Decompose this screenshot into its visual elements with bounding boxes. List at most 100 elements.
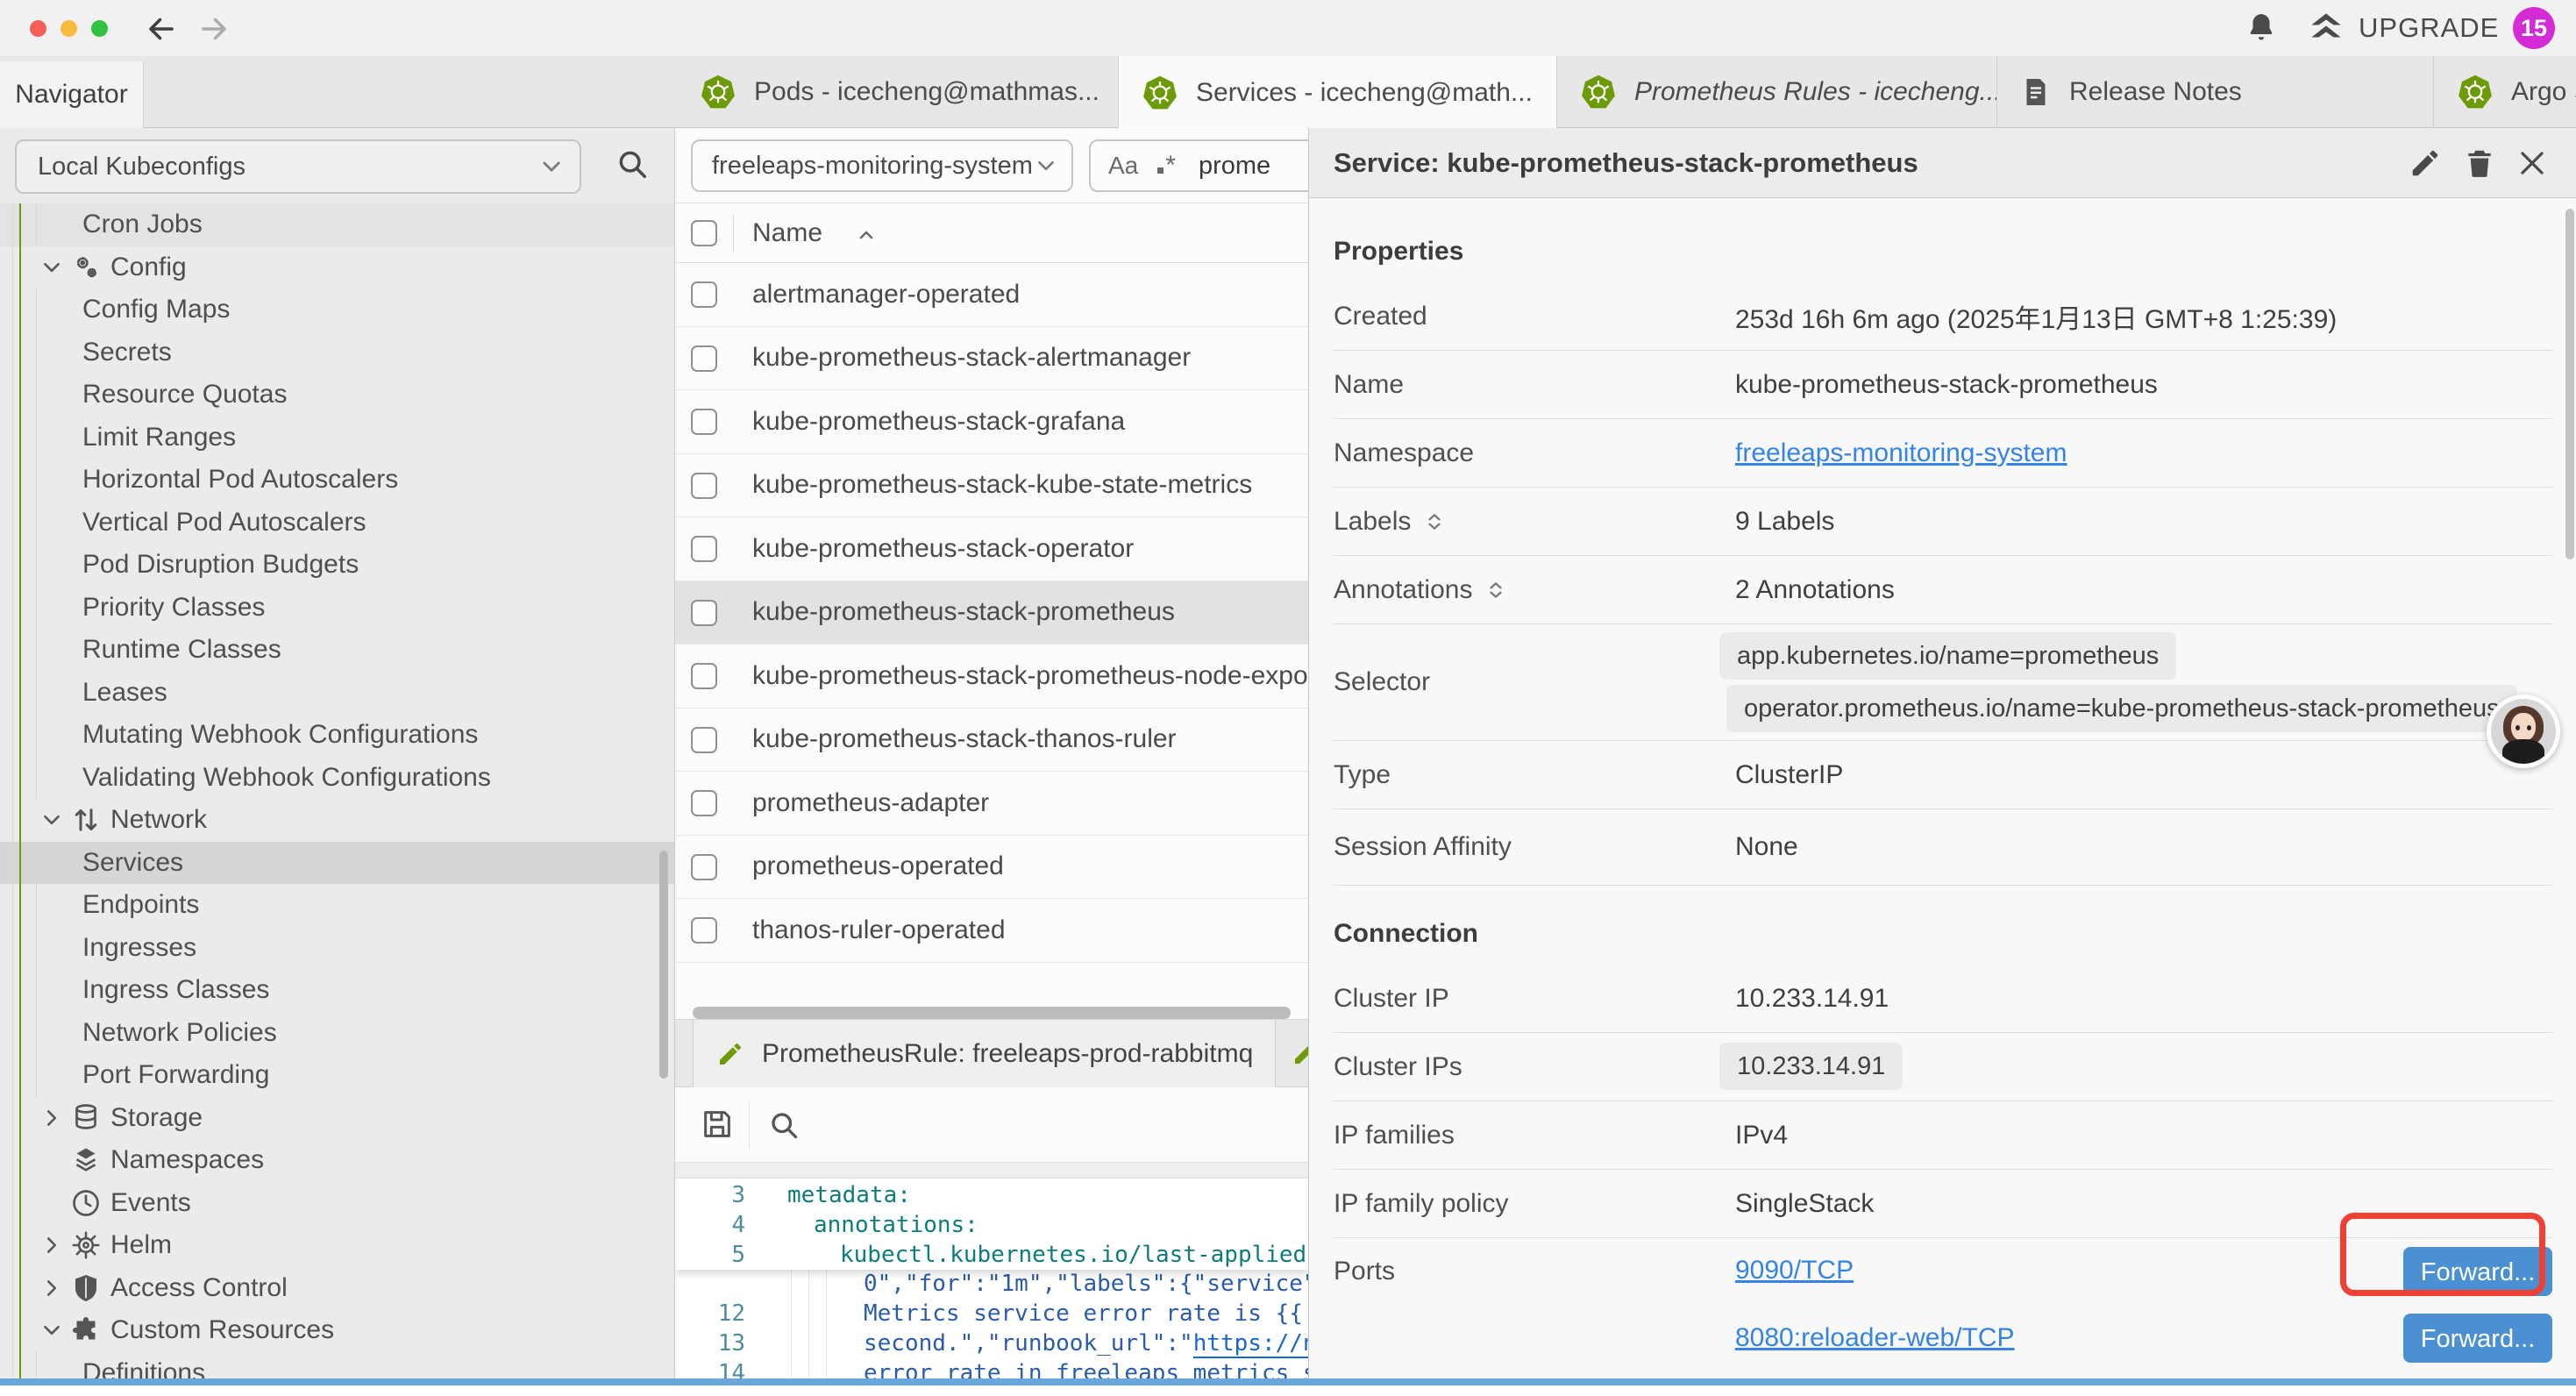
sidebar-item[interactable]: Custom Resources — [0, 1309, 675, 1352]
sidebar-item[interactable]: Pod Disruption Budgets — [0, 544, 675, 587]
chevron-icon[interactable] — [40, 1107, 63, 1129]
drawer-scrollbar[interactable] — [2565, 209, 2574, 559]
chevron-icon[interactable] — [40, 1234, 63, 1257]
tab-services[interactable]: Services - icecheng@math... — [1119, 56, 1557, 129]
chevron-icon[interactable] — [40, 1277, 63, 1300]
kubeconfig-selector[interactable]: Local Kubeconfigs — [15, 139, 581, 194]
edit-pencil-icon[interactable] — [2409, 146, 2442, 180]
table-row[interactable]: prometheus-adapter — [675, 772, 1308, 836]
chevron-icon[interactable] — [40, 808, 63, 831]
sidebar-item[interactable]: Network Policies — [0, 1012, 675, 1055]
table-row[interactable]: kube-prometheus-stack-operator — [675, 517, 1308, 581]
namespace-selector[interactable]: freeleaps-monitoring-system — [691, 139, 1073, 192]
table-row[interactable]: kube-prometheus-stack-prometheus — [675, 581, 1308, 645]
row-checkbox[interactable] — [691, 727, 717, 753]
table-row[interactable]: kube-prometheus-stack-alertmanager — [675, 327, 1308, 391]
row-checkbox[interactable] — [691, 600, 717, 626]
editor-tab[interactable]: PrometheusRule: freeleaps-prod-rabbitmq — [693, 1020, 1276, 1087]
port-link[interactable]: 8080:reloader-web/TCP — [1735, 1323, 2015, 1353]
property-label: Name — [1334, 370, 1404, 400]
sidebar-item[interactable]: Runtime Classes — [0, 629, 675, 672]
sidebar-item[interactable]: Events — [0, 1182, 675, 1225]
sidebar-item[interactable]: Config — [0, 246, 675, 289]
editor-tab-partial[interactable] — [1277, 1020, 1308, 1087]
row-checkbox[interactable] — [691, 663, 717, 689]
sidebar-item[interactable]: Limit Ranges — [0, 417, 675, 459]
table-row[interactable]: kube-prometheus-stack-grafana — [675, 390, 1308, 454]
sidebar-scrollbar[interactable] — [659, 851, 668, 1079]
chevron-icon[interactable] — [40, 1319, 63, 1342]
window-close-dot[interactable] — [30, 20, 46, 37]
assistant-avatar[interactable] — [2487, 694, 2560, 768]
save-icon[interactable] — [700, 1107, 735, 1142]
table-row[interactable]: prometheus-operated — [675, 836, 1308, 900]
tab-argo[interactable]: Argo Se — [2434, 56, 2576, 128]
tab-prometheus-rules[interactable]: Prometheus Rules - icecheng... — [1557, 56, 1997, 128]
sidebar-item[interactable]: Leases — [0, 672, 675, 715]
table-row[interactable]: kube-prometheus-stack-kube-state-metrics — [675, 454, 1308, 518]
sidebar-item[interactable]: Access Control — [0, 1267, 675, 1310]
table-row[interactable]: alertmanager-operated — [675, 263, 1308, 327]
close-icon[interactable] — [2516, 146, 2549, 180]
sidebar-item[interactable]: Vertical Pod Autoscalers — [0, 502, 675, 545]
sidebar-item[interactable]: Ingresses — [0, 927, 675, 970]
name-column-header[interactable]: Name — [752, 218, 822, 248]
row-checkbox[interactable] — [691, 281, 717, 308]
sidebar-item[interactable]: Secrets — [0, 331, 675, 374]
tab-pods[interactable]: Pods - icecheng@mathmas... — [677, 56, 1119, 128]
sidebar-item[interactable]: Validating Webhook Configurations — [0, 757, 675, 800]
back-arrow-icon[interactable] — [146, 13, 177, 45]
search-input[interactable]: Aa * prome — [1089, 139, 1308, 192]
property-row-labels: Labels 9 Labels — [1334, 488, 2552, 556]
forward-button[interactable]: Forward... — [2403, 1314, 2552, 1363]
bell-icon[interactable] — [2245, 11, 2278, 45]
tab-release-notes[interactable]: Release Notes — [1997, 56, 2434, 128]
sidebar-item[interactable]: Priority Classes — [0, 587, 675, 630]
search-icon[interactable] — [768, 1109, 800, 1141]
notification-badge[interactable]: 15 — [2513, 7, 2555, 49]
select-all-checkbox[interactable] — [691, 220, 717, 246]
table-row[interactable]: kube-prometheus-stack-prometheus-node-ex… — [675, 645, 1308, 709]
chevron-icon[interactable] — [40, 256, 63, 279]
sidebar-item[interactable]: Helm — [0, 1224, 675, 1267]
sidebar-item[interactable]: Ingress Classes — [0, 969, 675, 1012]
window-minimize-dot[interactable] — [60, 20, 77, 37]
sidebar-item[interactable]: Port Forwarding — [0, 1054, 675, 1097]
table-row[interactable]: thanos-ruler-operated — [675, 899, 1308, 963]
namespace-link[interactable]: freeleaps-monitoring-system — [1735, 438, 2067, 468]
regex-toggle[interactable]: * — [1157, 151, 1176, 181]
row-checkbox[interactable] — [691, 536, 717, 562]
horizontal-scrollbar[interactable] — [693, 1007, 1291, 1019]
sidebar-item[interactable]: Storage — [0, 1097, 675, 1140]
row-checkbox[interactable] — [691, 917, 717, 944]
sidebar-item[interactable]: Namespaces — [0, 1139, 675, 1182]
code-link[interactable]: https://net — [1193, 1330, 1308, 1358]
port-link[interactable]: 9090/TCP — [1735, 1256, 1854, 1286]
sidebar-item[interactable]: Cron Jobs — [0, 203, 675, 246]
sidebar-item[interactable]: Services — [0, 842, 675, 885]
table-row[interactable]: kube-prometheus-stack-thanos-ruler — [675, 709, 1308, 773]
case-sensitive-toggle[interactable]: Aa — [1108, 152, 1138, 180]
navigator-tab[interactable]: Navigator — [0, 61, 144, 128]
window-maximize-dot[interactable] — [91, 20, 108, 37]
row-checkbox[interactable] — [691, 790, 717, 816]
sidebar-item[interactable]: Config Maps — [0, 288, 675, 331]
upgrade-label[interactable]: UPGRADE — [2359, 0, 2499, 56]
row-checkbox[interactable] — [691, 473, 717, 499]
search-icon[interactable] — [616, 147, 649, 181]
expand-collapse-icon[interactable] — [1423, 510, 1446, 533]
sort-ascending-icon[interactable] — [856, 224, 877, 246]
yaml-editor[interactable]: 0","for":"1m","labels":{"service":" 12 M… — [675, 1179, 1308, 1385]
row-checkbox[interactable] — [691, 854, 717, 880]
forward-arrow-icon[interactable] — [198, 13, 230, 45]
row-checkbox[interactable] — [691, 345, 717, 372]
sidebar-item[interactable]: Resource Quotas — [0, 374, 675, 417]
expand-collapse-icon[interactable] — [1484, 579, 1507, 602]
row-checkbox[interactable] — [691, 409, 717, 435]
trash-icon[interactable] — [2463, 146, 2496, 180]
sidebar-item[interactable]: Mutating Webhook Configurations — [0, 714, 675, 757]
sidebar-item[interactable]: Endpoints — [0, 884, 675, 927]
sidebar-item[interactable]: Network — [0, 799, 675, 842]
sidebar-item[interactable]: Horizontal Pod Autoscalers — [0, 459, 675, 502]
upgrade-icon[interactable] — [2308, 10, 2345, 46]
